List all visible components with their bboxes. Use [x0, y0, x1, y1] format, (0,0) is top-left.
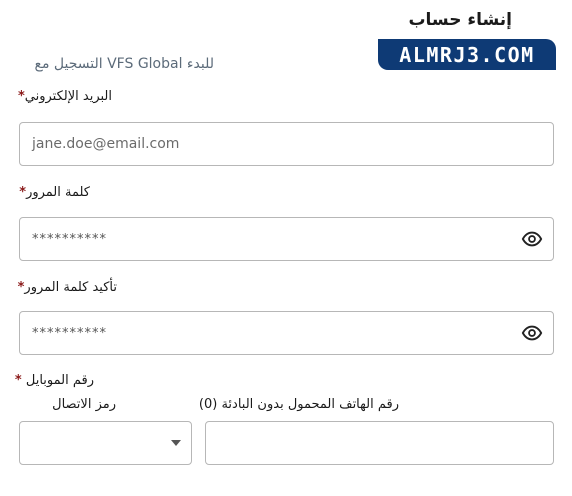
password-label-text: كلمة المرور: [26, 185, 90, 200]
confirm-password-label: تأكيد كلمة المرور*: [18, 280, 117, 295]
mobile-label: رقم الموبايل *: [15, 373, 94, 388]
dial-code-select[interactable]: [19, 421, 192, 465]
required-mark: *: [14, 373, 22, 388]
phone-number-input[interactable]: [205, 421, 554, 465]
password-value: **********: [32, 231, 107, 247]
confirm-password-value: **********: [32, 325, 107, 341]
required-mark: *: [17, 89, 25, 104]
email-label: البريد الإلكتروني*: [18, 89, 112, 104]
email-label-text: البريد الإلكتروني: [24, 89, 112, 104]
mobile-label-text: رقم الموبايل: [25, 373, 94, 388]
email-field[interactable]: jane.doe@email.com: [19, 122, 554, 166]
password-field[interactable]: **********: [19, 217, 554, 261]
eye-icon[interactable]: [521, 322, 543, 344]
confirm-password-label-text: تأكيد كلمة المرور: [24, 280, 117, 295]
password-label: كلمة المرور*: [19, 185, 90, 200]
dial-code-label: رمز الاتصال: [52, 397, 116, 412]
chevron-down-icon: [171, 440, 181, 446]
email-value: jane.doe@email.com: [32, 136, 180, 152]
phone-label: رقم الهاتف المحمول بدون البادئة (0): [198, 397, 399, 412]
page-title: إنشاء حساب: [408, 10, 512, 30]
page-subtitle: للبدء VFS Global التسجيل مع: [34, 56, 215, 72]
eye-icon[interactable]: [521, 228, 543, 250]
confirm-password-field[interactable]: **********: [19, 311, 554, 355]
brand-logo: ALMRJ3.COM: [378, 39, 556, 70]
